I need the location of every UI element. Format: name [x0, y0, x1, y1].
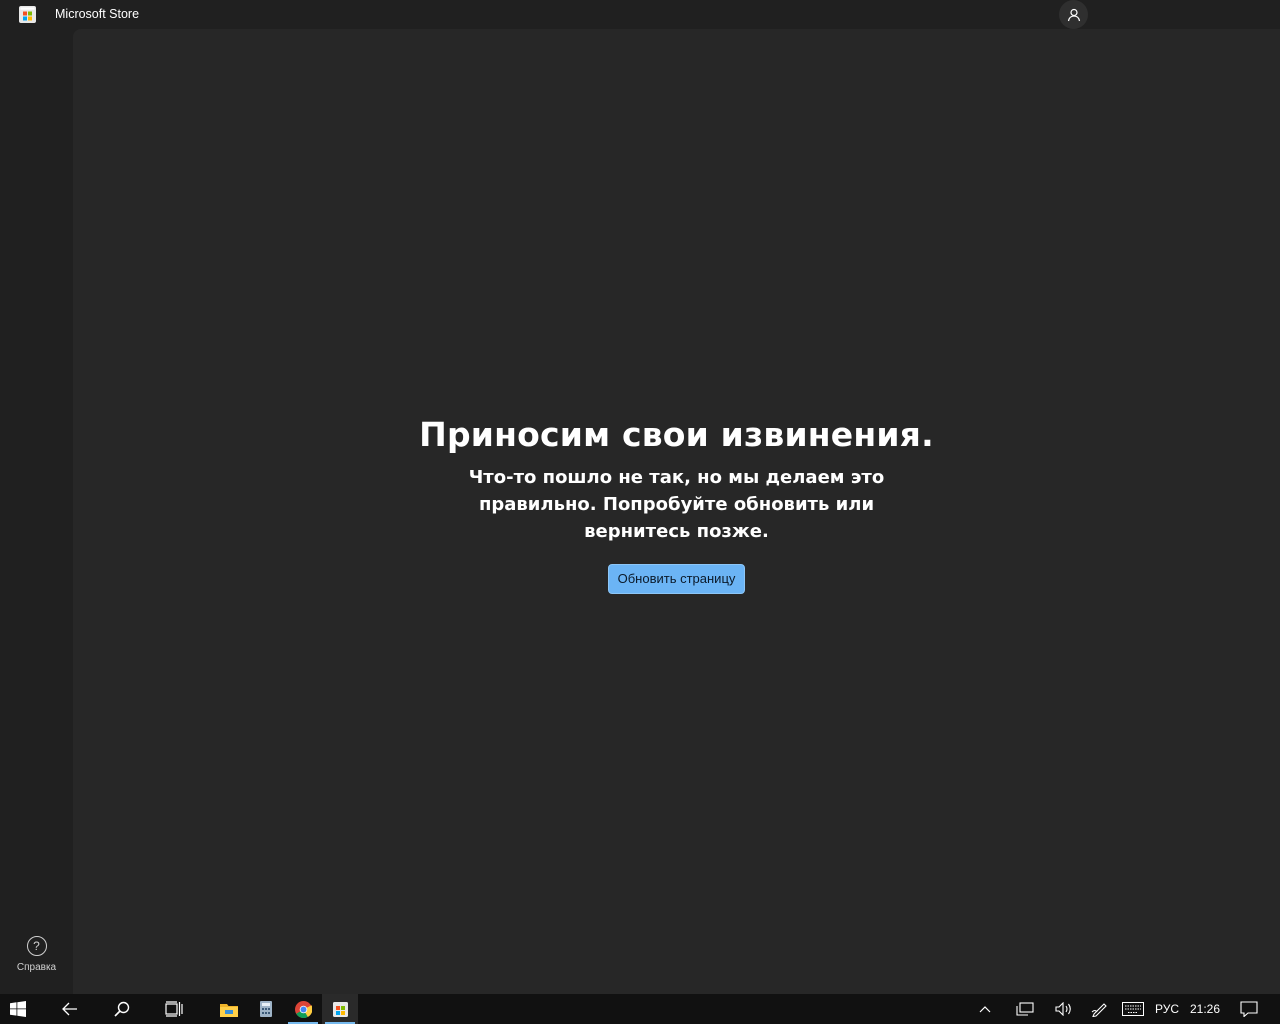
clock[interactable]: 21:26 [1190, 994, 1220, 1024]
notification-icon [1240, 1001, 1258, 1017]
chevron-up-icon [979, 1006, 991, 1013]
error-message: Что-то пошло не так, но мы делаем это пр… [468, 467, 885, 542]
app-window: Microsoft Store ? Справка Приносим свои … [0, 0, 1280, 994]
chrome-button[interactable] [285, 994, 321, 1024]
action-center-button[interactable] [1234, 994, 1264, 1024]
microsoft-store-app-icon [19, 6, 36, 23]
person-icon [1067, 8, 1080, 21]
app-title: Microsoft Store [55, 7, 140, 21]
microsoft-store-taskbar-button[interactable] [322, 994, 358, 1024]
search-button[interactable] [104, 994, 140, 1024]
refresh-page-button[interactable]: Обновить страницу [607, 564, 746, 594]
error-title: Приносим свои извинения. [419, 415, 934, 454]
volume-button[interactable] [1051, 994, 1077, 1024]
windows-logo-icon [10, 1001, 26, 1017]
file-explorer-icon [220, 1003, 238, 1017]
error-panel: Приносим свои извинения. Что-то пошло не… [73, 415, 1280, 594]
start-button[interactable] [0, 994, 36, 1024]
taskbar: РУС 21:26 [0, 994, 1280, 1024]
pen-workspace-button[interactable] [1087, 994, 1113, 1024]
search-icon [114, 1001, 130, 1017]
calculator-button[interactable] [248, 994, 284, 1024]
back-button[interactable] [52, 994, 88, 1024]
speaker-icon [1055, 1002, 1071, 1016]
back-arrow-icon [62, 1002, 77, 1016]
profile-button[interactable] [1059, 0, 1088, 29]
file-explorer-button[interactable] [211, 994, 247, 1024]
task-view-icon [165, 1001, 183, 1017]
keyboard-icon [1122, 1002, 1144, 1016]
help-icon: ? [26, 936, 47, 956]
main-content: Приносим свои извинения. Что-то пошло не… [73, 29, 1280, 994]
microsoft-store-icon [332, 1001, 348, 1017]
calculator-icon [260, 1001, 272, 1017]
touch-keyboard-button[interactable] [1119, 994, 1147, 1024]
show-hidden-icons-button[interactable] [972, 994, 998, 1024]
pen-icon [1091, 1003, 1107, 1017]
task-view-button[interactable] [156, 994, 192, 1024]
input-language-indicator[interactable]: РУС [1155, 994, 1179, 1024]
help-button[interactable]: ? Справка [0, 934, 73, 984]
help-label: Справка [16, 962, 57, 973]
network-button[interactable] [1012, 994, 1038, 1024]
title-bar: Microsoft Store [0, 0, 1280, 29]
navigation-rail: ? Справка [0, 29, 73, 994]
chrome-icon [294, 1000, 312, 1018]
network-icon [1016, 1002, 1034, 1016]
